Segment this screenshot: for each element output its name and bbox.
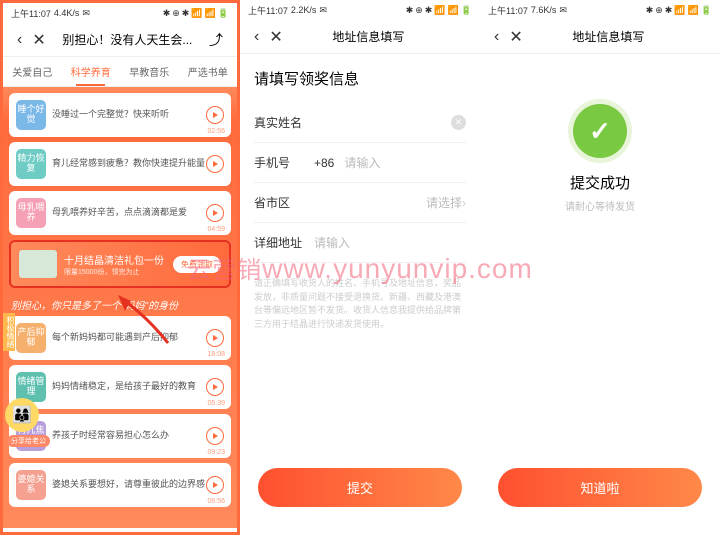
promo-image <box>19 250 57 278</box>
success-sub: 请耐心等待发货 <box>565 198 635 213</box>
card-tag: 婆媳关系 <box>16 470 46 500</box>
duration: 02:56 <box>207 128 225 135</box>
success-title: 提交成功 <box>570 172 630 193</box>
card-text: 妈妈情绪稳定，是给孩子最好的教育 <box>52 381 206 393</box>
nav-bar: ‹ ✕ 别担心！没有人天生会... ⤴ <box>3 23 237 57</box>
phone-field[interactable]: 手机号 +86 请输入 <box>254 143 466 183</box>
play-icon[interactable] <box>206 106 224 124</box>
card-text: 母乳喂养好辛苦，点点滴滴都是爱 <box>52 207 206 219</box>
form-note: 请正确填写收货人的姓名、手机号及地址信息，奖品发放，非质量问题不接受退换货。新疆… <box>254 277 466 331</box>
status-bar: 上午11:077.6K/s✉ ✱⊕✱📶📶🔋 <box>480 0 720 20</box>
tabs: 关爱自己 科学养育 早教音乐 严选书单 <box>3 57 237 87</box>
duration: 04:59 <box>207 226 225 233</box>
play-icon[interactable] <box>206 476 224 494</box>
duration: 06:56 <box>207 498 225 505</box>
close-icon[interactable]: ✕ <box>505 27 526 47</box>
status-bar: 上午11:074.4K/s✉ ✱⊕✱📶📶🔋 <box>3 3 237 23</box>
status-bar: 上午11:072.2K/s✉ ✱⊕✱📶📶🔋 <box>240 0 480 20</box>
close-icon[interactable]: ✕ <box>28 30 49 50</box>
nav-bar: ‹ ✕ 地址信息填写 <box>240 20 480 54</box>
tab-books[interactable]: 严选书单 <box>179 57 238 86</box>
address-placeholder: 请输入 <box>314 234 466 251</box>
tab-science[interactable]: 科学养育 <box>62 57 121 86</box>
page-title: 地址信息填写 <box>287 28 450 45</box>
tab-self[interactable]: 关爱自己 <box>3 57 62 86</box>
chevron-right-icon: › <box>462 196 466 210</box>
duration: 18:08 <box>207 351 225 358</box>
play-icon[interactable] <box>206 427 224 445</box>
share-icon[interactable]: ⤴ <box>205 30 227 50</box>
card-text: 婆媳关系要想好，请尊重彼此的边界感 <box>52 479 206 491</box>
side-tag: 积极情绪 <box>3 313 15 351</box>
card-text: 育儿经常感到疲惫？教你快速提升能量 <box>52 158 206 170</box>
duration: 09:23 <box>207 449 225 456</box>
tab-music[interactable]: 早教音乐 <box>120 57 179 86</box>
confirm-button[interactable]: 知道啦 <box>498 468 702 507</box>
duration: 05:39 <box>207 400 225 407</box>
promo-title: 十月结晶清洁礼包一份 <box>64 252 173 267</box>
page-title: 别担心！没有人天生会... <box>50 31 205 48</box>
back-icon[interactable]: ‹ <box>490 28 503 46</box>
promo-button[interactable]: 免费领取 <box>173 256 221 273</box>
page-title: 地址信息填写 <box>527 28 690 45</box>
card-tag: 睡个好觉 <box>16 100 46 130</box>
close-icon[interactable]: ✕ <box>265 27 286 47</box>
success-icon: ✓ <box>573 104 627 158</box>
phone-label: 手机号 <box>254 154 314 171</box>
name-label: 真实姓名 <box>254 114 314 131</box>
play-icon[interactable] <box>206 378 224 396</box>
promo-sub: 限量15000份，领完为止 <box>64 267 173 277</box>
audio-card[interactable]: 母乳喂养 母乳喂养好辛苦，点点滴滴都是爱 04:59 <box>9 191 231 235</box>
promo-card[interactable]: 十月结晶清洁礼包一份 限量15000份，领完为止 免费领取 <box>9 240 231 288</box>
address-field[interactable]: 详细地址 请输入 <box>254 223 466 263</box>
card-text: 没睡过一个完整觉？快来听听 <box>52 109 206 121</box>
share-badge[interactable]: 👨‍👩‍👦 <box>5 398 39 432</box>
card-tag: 精力恢复 <box>16 149 46 179</box>
name-field[interactable]: 真实姓名 ✕ <box>254 103 466 143</box>
annotation-arrow <box>113 293 173 353</box>
region-placeholder: 请选择 <box>314 194 462 211</box>
audio-card[interactable]: 婆媳关系 婆媳关系要想好，请尊重彼此的边界感 06:56 <box>9 463 231 507</box>
address-label: 详细地址 <box>254 234 314 251</box>
audio-card[interactable]: 情绪管理 妈妈情绪稳定，是给孩子最好的教育 05:39 <box>9 365 231 409</box>
audio-card[interactable]: 精力恢复 育儿经常感到疲惫？教你快速提升能量 <box>9 142 231 186</box>
play-icon[interactable] <box>206 155 224 173</box>
phone-prefix: +86 <box>314 156 334 170</box>
phone-placeholder: 请输入 <box>344 154 466 171</box>
nav-bar: ‹ ✕ 地址信息填写 <box>480 20 720 54</box>
play-icon[interactable] <box>206 329 224 347</box>
back-icon[interactable]: ‹ <box>250 28 263 46</box>
play-icon[interactable] <box>206 204 224 222</box>
form-title: 请填写领奖信息 <box>254 68 466 89</box>
clear-icon[interactable]: ✕ <box>451 115 466 130</box>
card-tag: 产后抑郁 <box>16 323 46 353</box>
submit-button[interactable]: 提交 <box>258 468 462 507</box>
card-text: 养孩子时经常容易担心怎么办 <box>52 430 206 442</box>
back-icon[interactable]: ‹ <box>13 31 26 49</box>
audio-card[interactable]: 睡个好觉 没睡过一个完整觉？快来听听 02:56 <box>9 93 231 137</box>
share-label[interactable]: 分享给老公 <box>7 435 50 447</box>
card-tag: 母乳喂养 <box>16 198 46 228</box>
region-field[interactable]: 省市区 请选择 › <box>254 183 466 223</box>
region-label: 省市区 <box>254 194 314 211</box>
